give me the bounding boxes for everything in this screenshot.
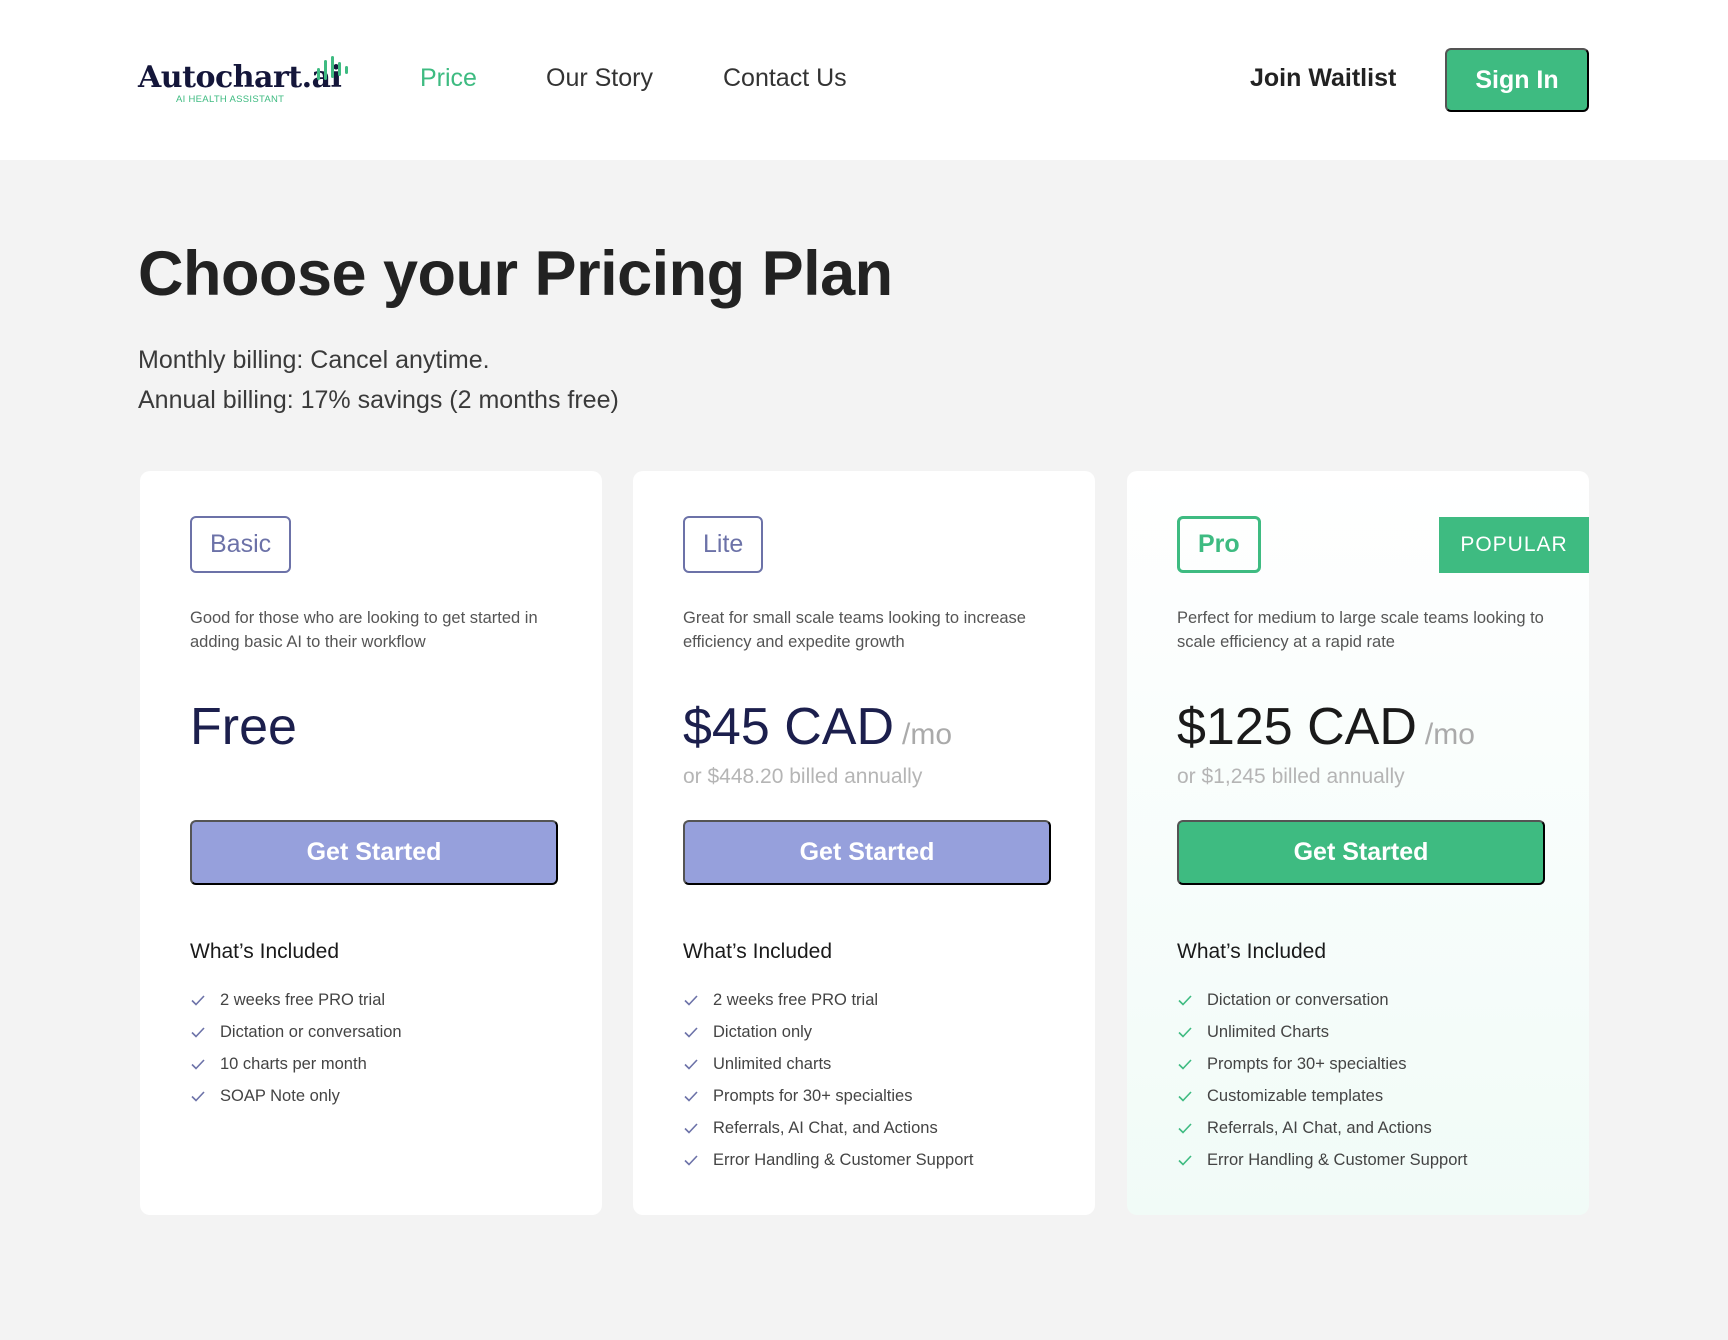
plan-name-badge: Lite — [683, 516, 764, 573]
check-icon — [684, 1027, 698, 1038]
get-started-button[interactable]: Get Started — [1177, 820, 1545, 885]
annual-price-note: or $1,245 billed annually — [1177, 765, 1405, 788]
price-amount: $45 CAD — [683, 698, 894, 756]
check-icon — [1178, 995, 1192, 1006]
feature-item: Dictation or conversation — [1177, 984, 1467, 1016]
site-header: Autochart.ai AI HEALTH ASSISTANT Price O… — [0, 0, 1728, 160]
plan-description: Perfect for medium to large scale teams … — [1177, 609, 1544, 651]
feature-text: Referrals, AI Chat, and Actions — [1207, 1118, 1432, 1137]
feature-text: SOAP Note only — [220, 1086, 340, 1105]
check-icon — [191, 1027, 205, 1038]
feature-item: Referrals, AI Chat, and Actions — [683, 1112, 973, 1144]
plan-name-badge: Basic — [190, 516, 292, 573]
check-icon — [684, 1091, 698, 1102]
feature-text: Dictation only — [713, 1022, 813, 1041]
plan-price: Free — [190, 698, 297, 756]
annual-price-note: or $448.20 billed annually — [683, 765, 923, 788]
feature-list: 2 weeks free PRO trial Dictation only Un… — [683, 984, 973, 1176]
feature-text: Dictation or conversation — [1207, 990, 1389, 1009]
feature-item: 2 weeks free PRO trial — [190, 984, 402, 1016]
feature-text: Dictation or conversation — [220, 1022, 402, 1041]
price-amount: $125 CAD — [1177, 698, 1417, 756]
plan-description: Good for those who are looking to get st… — [190, 609, 538, 651]
plan-price: $45 CAD/mo — [683, 697, 952, 757]
nav-our-story[interactable]: Our Story — [546, 64, 653, 93]
feature-list: 2 weeks free PRO trial Dictation or conv… — [190, 984, 402, 1112]
billing-note-annual: Annual billing: 17% savings (2 months fr… — [138, 386, 619, 414]
feature-list: Dictation or conversation Unlimited Char… — [1177, 984, 1467, 1176]
check-icon — [684, 1059, 698, 1070]
get-started-button[interactable]: Get Started — [683, 820, 1051, 885]
check-icon — [191, 1059, 205, 1070]
logo-wordmark: Autochart.ai — [138, 60, 342, 95]
feature-item: Error Handling & Customer Support — [1177, 1144, 1467, 1176]
check-icon — [1178, 1155, 1192, 1166]
feature-item: Unlimited Charts — [1177, 1016, 1467, 1048]
plan-card-pro: Pro POPULAR Perfect for medium to large … — [1127, 471, 1589, 1215]
feature-text: Unlimited charts — [713, 1054, 832, 1073]
feature-item: Unlimited charts — [683, 1048, 973, 1080]
feature-item: Error Handling & Customer Support — [683, 1144, 973, 1176]
soundwave-icon — [317, 56, 348, 80]
plan-price: $125 CAD/mo — [1177, 697, 1475, 757]
check-icon — [1178, 1059, 1192, 1070]
logo-tagline: AI HEALTH ASSISTANT — [176, 94, 285, 105]
feature-item: SOAP Note only — [190, 1080, 402, 1112]
nav-contact-us[interactable]: Contact Us — [723, 64, 847, 93]
billing-note-monthly: Monthly billing: Cancel anytime. — [138, 346, 490, 374]
logo[interactable]: Autochart.ai AI HEALTH ASSISTANT — [138, 54, 358, 110]
sign-in-button[interactable]: Sign In — [1445, 48, 1589, 112]
feature-item: 10 charts per month — [190, 1048, 402, 1080]
included-heading: What’s Included — [190, 940, 340, 963]
feature-item: 2 weeks free PRO trial — [683, 984, 973, 1016]
popular-badge: POPULAR — [1439, 517, 1589, 573]
feature-item: Prompts for 30+ specialties — [1177, 1048, 1467, 1080]
nav-price[interactable]: Price — [420, 64, 477, 93]
page-title: Choose your Pricing Plan — [138, 239, 893, 309]
included-heading: What’s Included — [1177, 940, 1327, 963]
join-waitlist-link[interactable]: Join Waitlist — [1250, 64, 1396, 93]
feature-text: Referrals, AI Chat, and Actions — [713, 1118, 938, 1137]
check-icon — [191, 1091, 205, 1102]
check-icon — [684, 995, 698, 1006]
feature-text: 10 charts per month — [220, 1054, 367, 1073]
get-started-button[interactable]: Get Started — [190, 820, 558, 885]
feature-text: Prompts for 30+ specialties — [713, 1086, 913, 1105]
feature-text: Prompts for 30+ specialties — [1207, 1054, 1407, 1073]
included-heading: What’s Included — [683, 940, 833, 963]
check-icon — [1178, 1091, 1192, 1102]
feature-item: Referrals, AI Chat, and Actions — [1177, 1112, 1467, 1144]
feature-text: Error Handling & Customer Support — [713, 1150, 974, 1169]
feature-text: 2 weeks free PRO trial — [713, 990, 879, 1009]
feature-item: Customizable templates — [1177, 1080, 1467, 1112]
feature-item: Dictation only — [683, 1016, 973, 1048]
check-icon — [684, 1123, 698, 1134]
plan-name-badge: Pro — [1177, 516, 1261, 573]
price-period: /mo — [902, 718, 953, 751]
plan-card-basic: Basic Good for those who are looking to … — [140, 471, 602, 1215]
feature-item: Dictation or conversation — [190, 1016, 402, 1048]
price-period: /mo — [1424, 718, 1475, 751]
check-icon — [1178, 1027, 1192, 1038]
feature-text: Error Handling & Customer Support — [1207, 1150, 1468, 1169]
check-icon — [191, 995, 205, 1006]
check-icon — [684, 1155, 698, 1166]
feature-text: 2 weeks free PRO trial — [220, 990, 386, 1009]
feature-item: Prompts for 30+ specialties — [683, 1080, 973, 1112]
plan-card-lite: Lite Great for small scale teams looking… — [633, 471, 1095, 1215]
feature-text: Unlimited Charts — [1207, 1022, 1329, 1041]
check-icon — [1178, 1123, 1192, 1134]
feature-text: Customizable templates — [1207, 1086, 1384, 1105]
plan-description: Great for small scale teams looking to i… — [683, 609, 1026, 651]
